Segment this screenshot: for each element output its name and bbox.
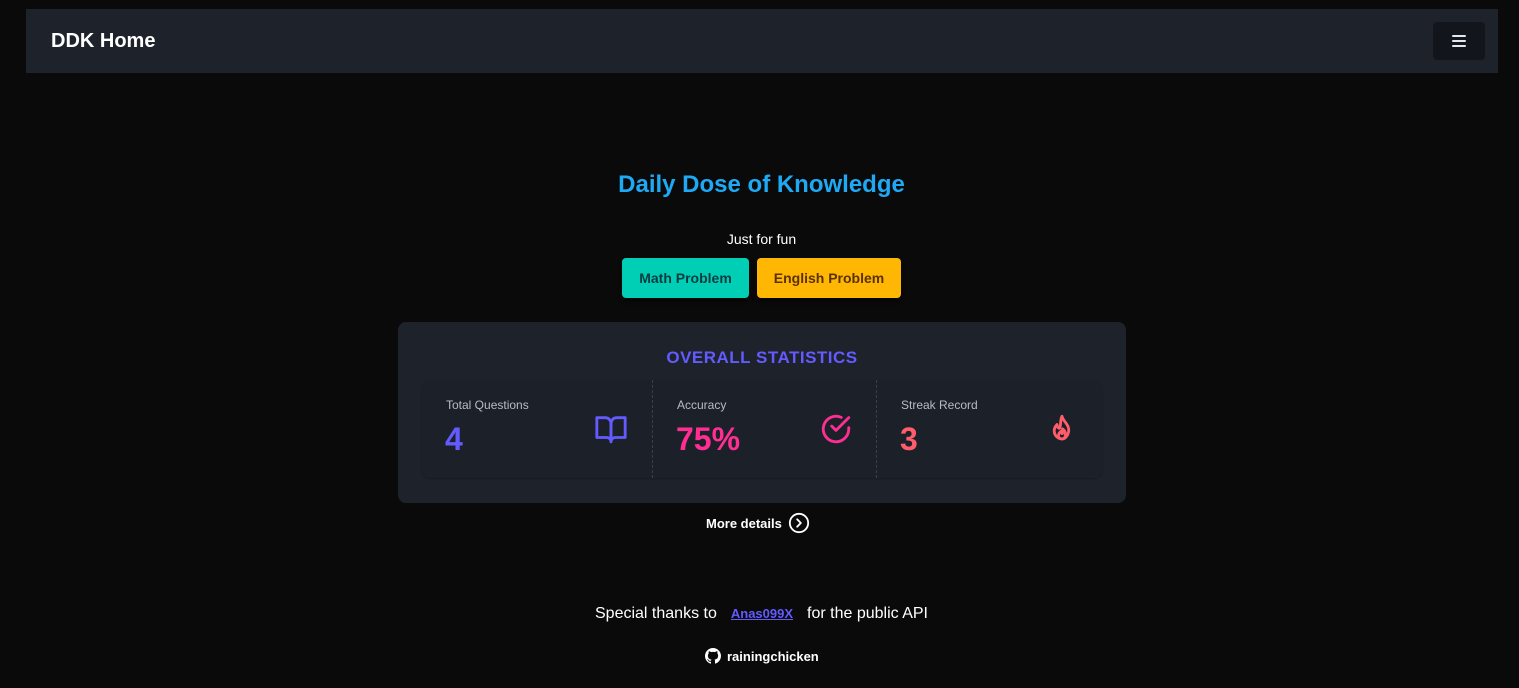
- github-link[interactable]: rainingchicken: [705, 647, 819, 665]
- stat-accuracy: Accuracy 75%: [652, 380, 876, 478]
- math-problem-button[interactable]: Math Problem: [622, 258, 749, 298]
- stat-label: Accuracy: [677, 398, 727, 412]
- github-username: rainingchicken: [727, 648, 819, 664]
- stat-total-questions: Total Questions 4: [422, 380, 652, 478]
- footer-thanks: Special thanks to Anas099X for the public …: [0, 605, 1519, 623]
- thanks-suffix: for the public API: [807, 605, 928, 622]
- book-open-icon: [595, 416, 627, 444]
- stat-value: 3: [900, 421, 918, 457]
- stat-streak-record: Streak Record 3: [876, 380, 1102, 478]
- menu-toggle-button[interactable]: [1433, 22, 1485, 60]
- more-details-label: More details: [706, 515, 782, 531]
- english-problem-button[interactable]: English Problem: [757, 258, 901, 298]
- page-title: Daily Dose of Knowledge: [618, 171, 905, 198]
- page-subtitle: Just for fun: [726, 231, 797, 247]
- chevron-right-circle-icon: [788, 512, 809, 534]
- github-icon: [705, 648, 721, 664]
- author-link[interactable]: Anas099X: [731, 606, 793, 621]
- hamburger-menu-icon: [1452, 32, 1466, 50]
- navbar: DDK Home: [26, 9, 1498, 73]
- flame-icon: [1052, 414, 1071, 441]
- statistics-card: OVERALL STATISTICS Total Questions 4 Acc…: [398, 322, 1126, 503]
- brand-link[interactable]: DDK Home: [51, 29, 155, 53]
- more-details-link[interactable]: More details: [706, 512, 810, 534]
- stat-label: Streak Record: [901, 398, 978, 412]
- stat-label: Total Questions: [446, 398, 529, 412]
- thanks-prefix: Special thanks to: [595, 605, 717, 622]
- check-circle-icon: [821, 414, 851, 444]
- stat-value: 75%: [676, 421, 741, 457]
- statistics-panel: Total Questions 4 Accuracy 75% Streak Re…: [422, 380, 1102, 478]
- statistics-title: OVERALL STATISTICS: [666, 348, 858, 367]
- stat-value: 4: [445, 421, 463, 457]
